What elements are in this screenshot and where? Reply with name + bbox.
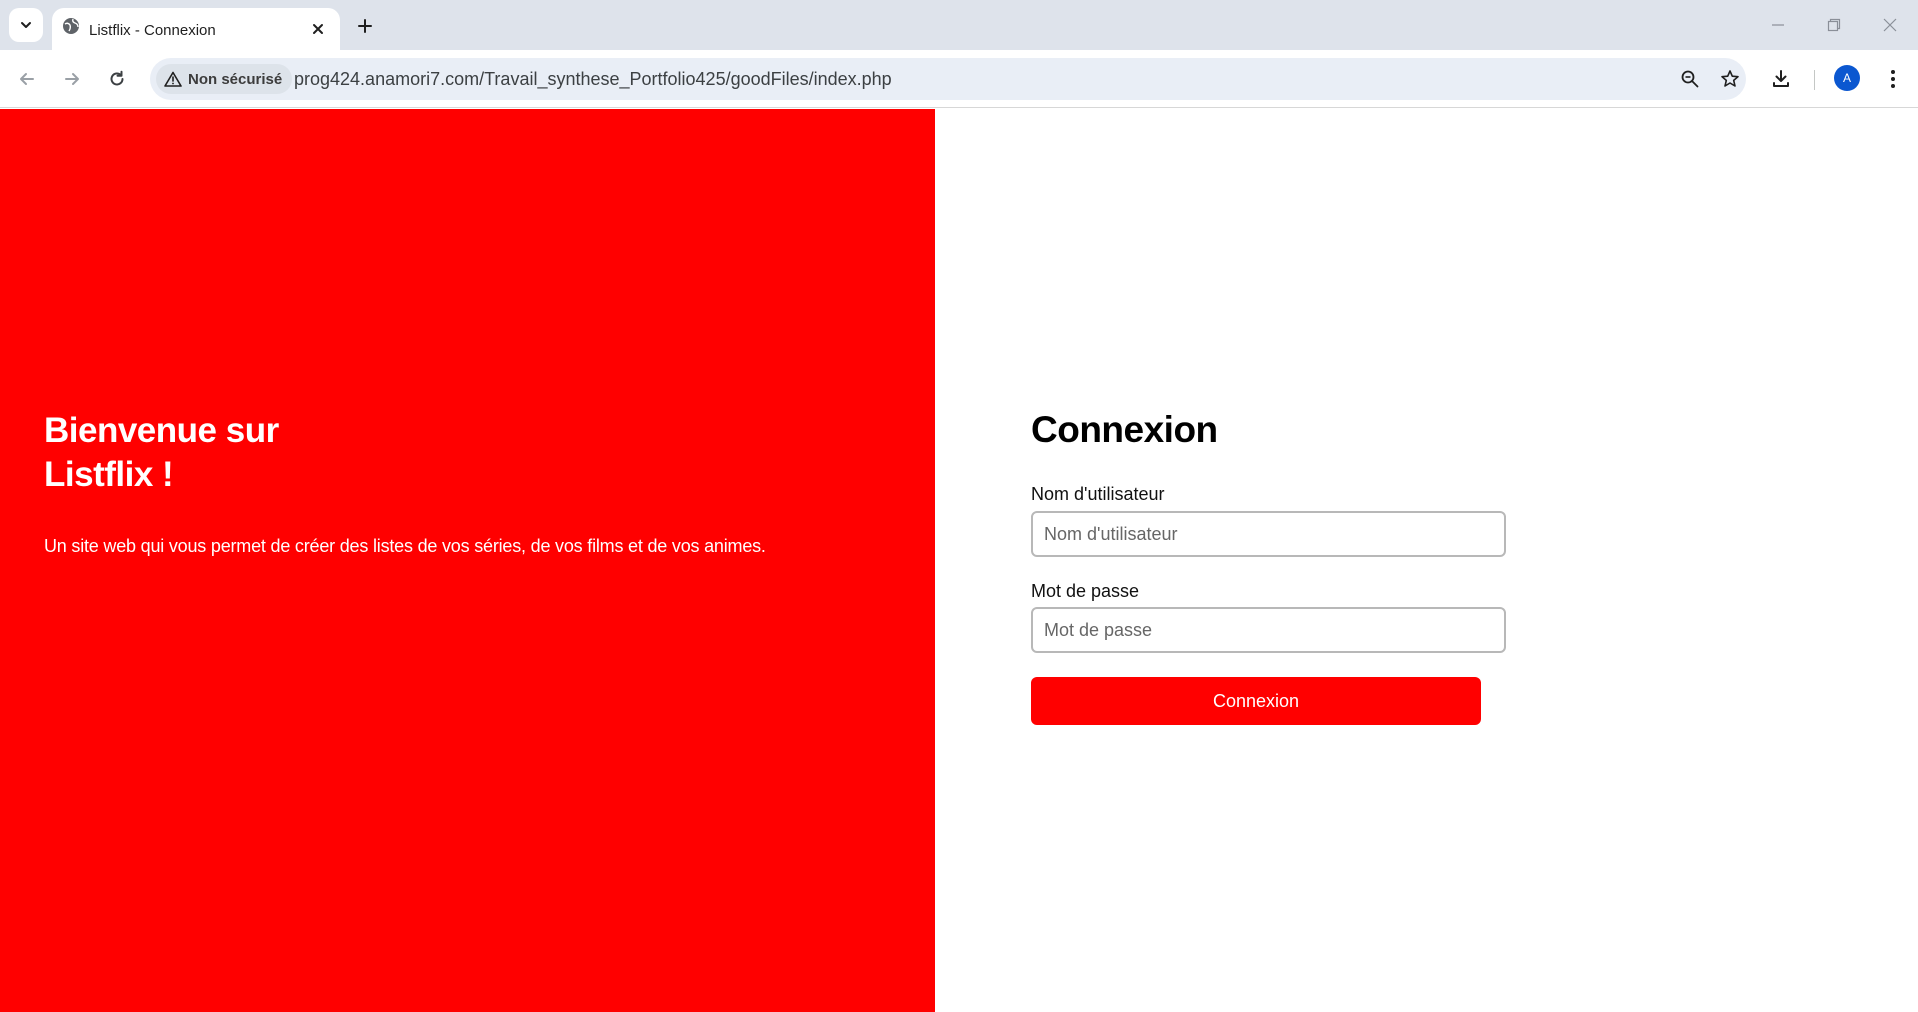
close-window-icon (1883, 18, 1897, 32)
star-icon (1721, 70, 1739, 87)
tab-search-button[interactable] (9, 8, 43, 42)
password-label: Mot de passe (1031, 581, 1140, 601)
globe-icon (63, 18, 79, 34)
welcome-panel: Bienvenue sur Listflix ! Un site web qui… (0, 109, 935, 1012)
welcome-title: Bienvenue sur Listflix ! (44, 411, 279, 494)
reload-button[interactable] (103, 65, 131, 93)
username-label: Nom d'utilisateur (1031, 484, 1165, 504)
minimize-button[interactable] (1760, 10, 1796, 40)
password-input[interactable] (1031, 607, 1506, 653)
active-tab[interactable]: Listflix - Connexion (52, 8, 340, 50)
zoom-out-icon (1681, 70, 1699, 88)
login-title: Connexion (1031, 409, 1218, 450)
close-icon[interactable] (310, 21, 326, 37)
restore-button[interactable] (1816, 10, 1852, 40)
security-chip[interactable]: Non sécurisé (156, 64, 293, 94)
browser-menu-button[interactable] (1879, 65, 1907, 93)
warning-icon (164, 71, 182, 87)
close-window-button[interactable] (1872, 10, 1908, 40)
chevron-down-icon (21, 22, 31, 28)
browser-tab-strip: Listflix - Connexion (0, 0, 1918, 50)
welcome-description: Un site web qui vous permet de créer des… (44, 536, 766, 556)
back-button[interactable] (13, 65, 41, 93)
arrow-left-icon (20, 73, 34, 85)
forward-button[interactable] (58, 65, 86, 93)
toolbar-separator (1814, 70, 1815, 90)
minimize-icon (1772, 24, 1784, 26)
zoom-button[interactable] (1678, 67, 1702, 91)
kebab-menu-icon (1891, 70, 1895, 88)
address-bar[interactable]: Non sécurisé prog424.anamori7.com/Travai… (150, 58, 1746, 100)
login-button[interactable]: Connexion (1031, 677, 1481, 725)
restore-icon (1827, 18, 1841, 32)
new-tab-button[interactable] (352, 13, 378, 39)
profile-avatar[interactable]: A (1834, 65, 1860, 91)
url-text[interactable]: prog424.anamori7.com/Travail_synthese_Po… (294, 69, 892, 90)
bookmark-button[interactable] (1718, 67, 1742, 91)
reload-icon (110, 70, 124, 86)
login-panel: Connexion Nom d'utilisateur Mot de passe… (935, 109, 1918, 1012)
security-label: Non sécurisé (188, 70, 283, 88)
downloads-button[interactable] (1767, 65, 1795, 93)
arrow-right-icon (65, 73, 79, 85)
browser-toolbar: Non sécurisé prog424.anamori7.com/Travai… (0, 50, 1918, 108)
page-viewport: Bienvenue sur Listflix ! Un site web qui… (0, 109, 1918, 1012)
plus-icon (358, 19, 372, 33)
tab-title: Listflix - Connexion (89, 22, 216, 39)
username-input[interactable] (1031, 511, 1506, 557)
download-icon (1773, 70, 1789, 87)
